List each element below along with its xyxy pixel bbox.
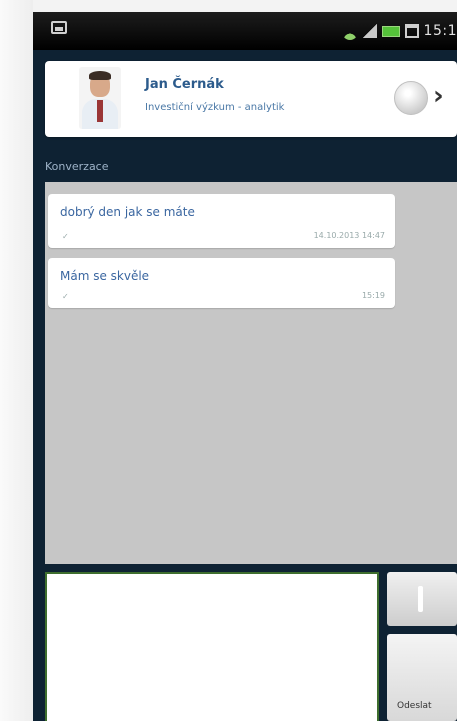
wifi-icon bbox=[341, 24, 358, 40]
status-time: 15:1 bbox=[423, 23, 457, 39]
battery-icon bbox=[381, 25, 400, 37]
attach-button[interactable] bbox=[387, 572, 457, 626]
message-bubble[interactable]: Mám se skvěle ✓ 15:19 bbox=[48, 258, 395, 308]
message-text: Mám se skvěle bbox=[60, 269, 150, 283]
avatar bbox=[79, 67, 121, 129]
message-time: 14.10.2013 14:47 bbox=[313, 231, 385, 240]
message-time: 15:19 bbox=[361, 291, 385, 300]
signal-icon bbox=[362, 24, 377, 38]
status-bar: 15:1 bbox=[33, 12, 457, 50]
image-icon bbox=[51, 21, 67, 34]
message-input[interactable] bbox=[45, 572, 379, 721]
delivered-icon: ✓ bbox=[62, 292, 69, 301]
calendar-icon bbox=[404, 24, 419, 38]
message-text: dobrý den jak se máte bbox=[60, 205, 195, 219]
page-margin bbox=[0, 0, 33, 721]
messages-list[interactable]: dobrý den jak se máte ✓ 14.10.2013 14:47… bbox=[45, 182, 457, 564]
chevron-right-icon[interactable]: › bbox=[433, 83, 444, 109]
delivered-icon: ✓ bbox=[62, 232, 69, 241]
message-bubble[interactable]: dobrý den jak se máte ✓ 14.10.2013 14:47 bbox=[48, 194, 395, 248]
conversation-header: Konverzace bbox=[45, 160, 109, 173]
contact-name: Jan Černák bbox=[145, 77, 224, 92]
send-button-label: Odeslat bbox=[397, 701, 432, 711]
contact-role: Investiční výzkum - analytik bbox=[145, 102, 285, 113]
status-icons: 15:1 bbox=[341, 18, 457, 44]
send-button[interactable]: Odeslat bbox=[387, 634, 457, 721]
contact-card[interactable]: Jan Černák Investiční výzkum - analytik … bbox=[45, 61, 457, 137]
phone-screen: 15:1 Jan Černák Investiční výzkum - anal… bbox=[33, 12, 457, 721]
presence-status-icon bbox=[394, 81, 428, 115]
attach-icon bbox=[418, 586, 423, 612]
